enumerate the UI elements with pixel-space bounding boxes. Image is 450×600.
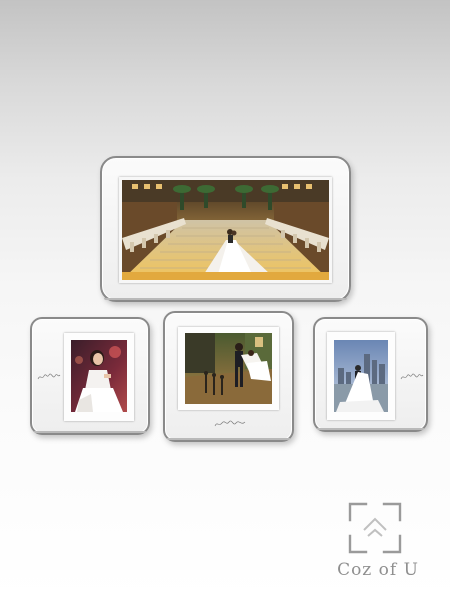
photo-frame-medium-center: [163, 311, 294, 442]
brand-name: Coz of U: [337, 560, 419, 580]
frame-signature-decoration: [37, 373, 61, 381]
product-photo: { "brand": { "name": "Coz of U", "logo_i…: [0, 0, 450, 600]
photo-mat: [119, 177, 332, 283]
wedding-photo-staircase: [122, 180, 329, 280]
frame-signature-decoration: [214, 420, 246, 428]
photo-frame-small-left: [30, 317, 150, 435]
frame-signature-decoration: [400, 373, 424, 381]
wedding-photo-street-lift: [185, 333, 272, 404]
wedding-photo-city-skyline: [334, 340, 388, 412]
photo-mat: [64, 333, 134, 421]
photo-frame-small-right: [313, 317, 428, 432]
photo-frame-large: [100, 156, 351, 302]
photo-mat: [327, 332, 395, 420]
photo-mat: [178, 327, 279, 410]
wedding-photo-bride-portrait: [71, 340, 127, 412]
brand-logo-icon: [348, 502, 402, 554]
